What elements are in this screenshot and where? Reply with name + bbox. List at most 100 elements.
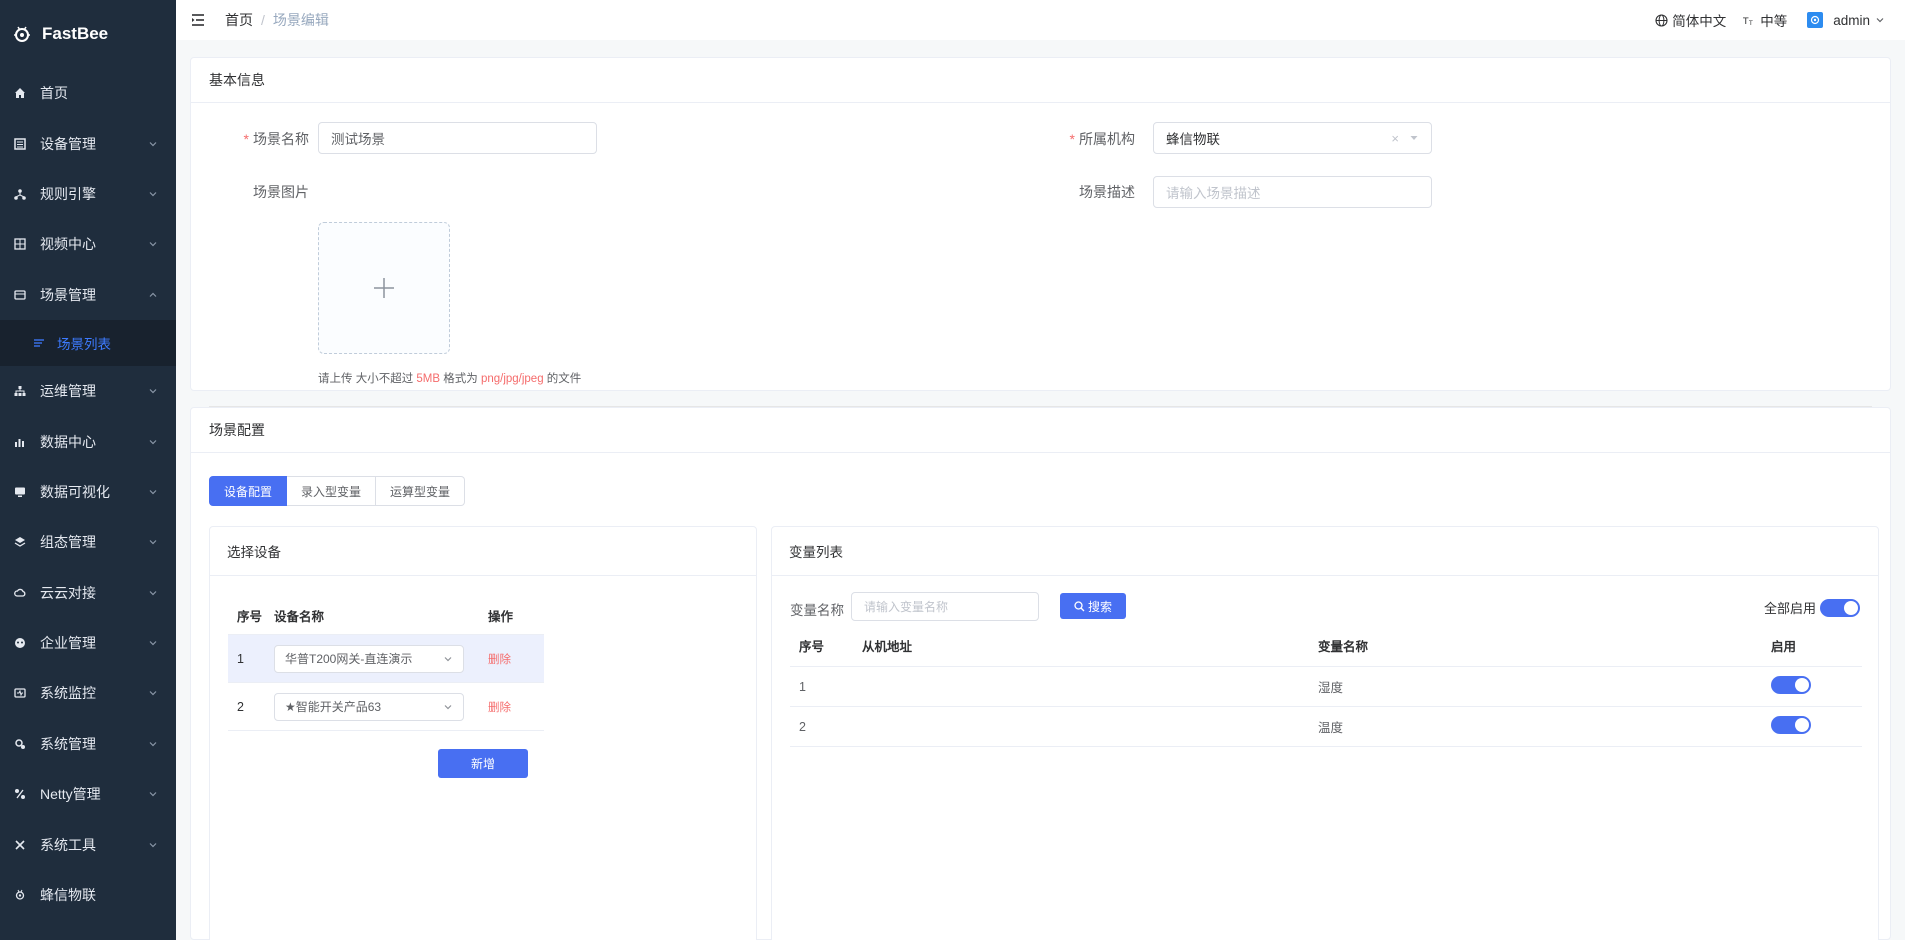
tab-device-config[interactable]: 设备配置 (209, 476, 288, 506)
upload-tip: 请上传 大小不超过 5MB 格式为 png/jpg/jpeg 的文件 (318, 373, 582, 385)
device-panel-title: 选择设备 (210, 527, 756, 576)
breadcrumb-home[interactable]: 首页 (225, 10, 253, 30)
sidebar-item-label: 系统工具 (40, 836, 96, 853)
device-panel: 选择设备 序号 设备名称 操作 1 华普T200网关-直连演示 删除 2 ★智能… (209, 526, 757, 940)
tab-compute-variable[interactable]: 运算型变量 (376, 476, 466, 506)
bee-icon (14, 889, 26, 901)
col-index: 序号 (237, 610, 263, 624)
sidebar-item-label: 蜂信物联 (40, 887, 96, 904)
sidebar-item-label: 企业管理 (40, 635, 96, 652)
row-action-cell: 删除 (488, 651, 544, 667)
scene-desc-input[interactable]: 请输入场景描述 (1153, 176, 1432, 208)
sidebar-item-fengxin[interactable]: 蜂信物联 (0, 870, 176, 920)
chevron-down-icon (149, 590, 157, 596)
delete-link[interactable]: 删除 (488, 702, 511, 714)
chevron-down-icon (149, 389, 157, 394)
variable-panel-title: 变量列表 (772, 527, 1878, 576)
sidebar-item-ops[interactable]: 运维管理 (0, 366, 176, 416)
row-index: 2 (237, 699, 244, 714)
tools-icon (14, 839, 26, 851)
netty-icon (14, 788, 26, 800)
sidebar-item-visualization[interactable]: 数据可视化 (0, 467, 176, 517)
delete-link[interactable]: 删除 (488, 654, 511, 666)
row-enabled-cell (1771, 716, 1862, 737)
config-tabs: 设备配置 录入型变量 运算型变量 (209, 476, 466, 506)
sidebar-item-data-center[interactable]: 数据中心 (0, 416, 176, 466)
variable-search-input[interactable]: 请输入变量名称 (851, 592, 1039, 621)
row-action-cell: 删除 (488, 699, 544, 715)
chevron-up-icon (149, 292, 157, 297)
sidebar-item-tools[interactable]: 系统工具 (0, 819, 176, 869)
scene-config-title: 场景配置 (191, 408, 1890, 453)
sidebar-item-label: 数据中心 (40, 433, 96, 450)
sidebar-item-label: 云云对接 (40, 584, 96, 601)
col-slave-address: 从机地址 (862, 640, 913, 654)
device-select[interactable]: 华普T200网关-直连演示 (274, 644, 464, 673)
col-action: 操作 (488, 610, 514, 624)
svg-text:T: T (1748, 20, 1753, 27)
data-icon (14, 436, 26, 448)
language-selector[interactable]: 简体中文 (1654, 10, 1726, 30)
size-label: 中等 (1760, 14, 1788, 29)
scene-name-input[interactable]: 测试场景 (318, 122, 597, 154)
row-variable-name: 温度 (1318, 721, 1344, 735)
clear-icon[interactable]: × (1391, 131, 1399, 146)
home-icon (14, 87, 26, 99)
sidebar-subitem-label: 场景列表 (57, 336, 111, 352)
image-upload-box[interactable] (318, 222, 450, 354)
col-variable-name: 变量名称 (1318, 640, 1369, 654)
chevron-down-icon (444, 656, 452, 661)
variable-search-label: 变量名称 (790, 603, 844, 618)
monitor-icon (14, 687, 26, 699)
avatar (1807, 12, 1824, 28)
add-device-button[interactable]: 新增 (438, 749, 528, 778)
chevron-down-icon (149, 691, 157, 696)
sidebar-item-cloud[interactable]: 云云对接 (0, 568, 176, 618)
user-name: admin (1833, 12, 1870, 28)
device-table: 序号 设备名称 操作 1 华普T200网关-直连演示 删除 2 ★智能开关产品6… (228, 597, 544, 731)
plus-icon (374, 278, 394, 298)
sidebar-item-scene[interactable]: 场景管理 (0, 270, 176, 320)
settings-icon (14, 738, 26, 750)
col-enabled: 启用 (1771, 640, 1797, 654)
table-header-row: 序号 设备名称 操作 (228, 597, 544, 635)
sidebar-item-video[interactable]: 视频中心 (0, 219, 176, 269)
variable-enable-switch[interactable] (1771, 676, 1811, 694)
search-button[interactable]: 搜索 (1060, 593, 1126, 619)
sidebar-item-configuration[interactable]: 组态管理 (0, 517, 176, 567)
sidebar-item-netty[interactable]: Netty管理 (0, 769, 176, 819)
device-select[interactable]: ★智能开关产品63 (274, 692, 464, 721)
user-menu[interactable]: admin (1807, 12, 1885, 28)
sidebar-item-monitor[interactable]: 系统监控 (0, 668, 176, 718)
sidebar-item-rule[interactable]: 规则引擎 (0, 169, 176, 219)
sidebar-subitem-scene-list[interactable]: 场景列表 (0, 319, 176, 366)
sidebar-item-system[interactable]: 系统管理 (0, 719, 176, 769)
variable-panel: 变量列表 变量名称 请输入变量名称 搜索 全部启用 序号 从机地址 变量名称 启… (771, 526, 1879, 940)
layers-icon (14, 536, 26, 548)
menu-toggle-icon[interactable] (191, 12, 207, 28)
breadcrumb-current: 场景编辑 (272, 12, 329, 28)
sidebar-item-home[interactable]: 首页 (0, 68, 176, 118)
sidebar-item-device[interactable]: 设备管理 (0, 118, 176, 168)
language-label: 简体中文 (1672, 14, 1727, 29)
sidebar-item-label: 系统监控 (40, 685, 96, 702)
org-select[interactable]: 蜂信物联 × (1153, 122, 1432, 154)
sidebar-item-label: 首页 (40, 85, 68, 102)
device-select-value: ★智能开关产品63 (285, 700, 382, 714)
enable-all-switch[interactable] (1820, 598, 1860, 617)
basic-info-card: 基本信息 * 场景名称 测试场景 * 所属机构 蜂信物联 × 场景图片 请上传 大小… (190, 57, 1891, 407)
basic-info-form: * 场景名称 测试场景 * 所属机构 蜂信物联 × 场景图片 请上传 大小不超过 5… (191, 103, 1890, 407)
table-row: 2 温度 (790, 707, 1862, 747)
variable-enable-switch[interactable] (1771, 716, 1811, 734)
logo[interactable]: FastBee (0, 0, 176, 68)
search-icon (1074, 600, 1085, 611)
video-icon (14, 238, 26, 251)
sidebar-item-enterprise[interactable]: 企业管理 (0, 618, 176, 668)
sidebar-item-label: 场景管理 (40, 286, 96, 303)
tab-input-variable[interactable]: 录入型变量 (287, 476, 377, 506)
enterprise-icon (14, 637, 26, 649)
search-button-label: 搜索 (1087, 599, 1112, 614)
size-selector[interactable]: TT 中等 (1742, 10, 1788, 30)
scene-image-label: 场景图片 (253, 184, 309, 200)
sidebar-item-label: Netty管理 (40, 786, 101, 803)
